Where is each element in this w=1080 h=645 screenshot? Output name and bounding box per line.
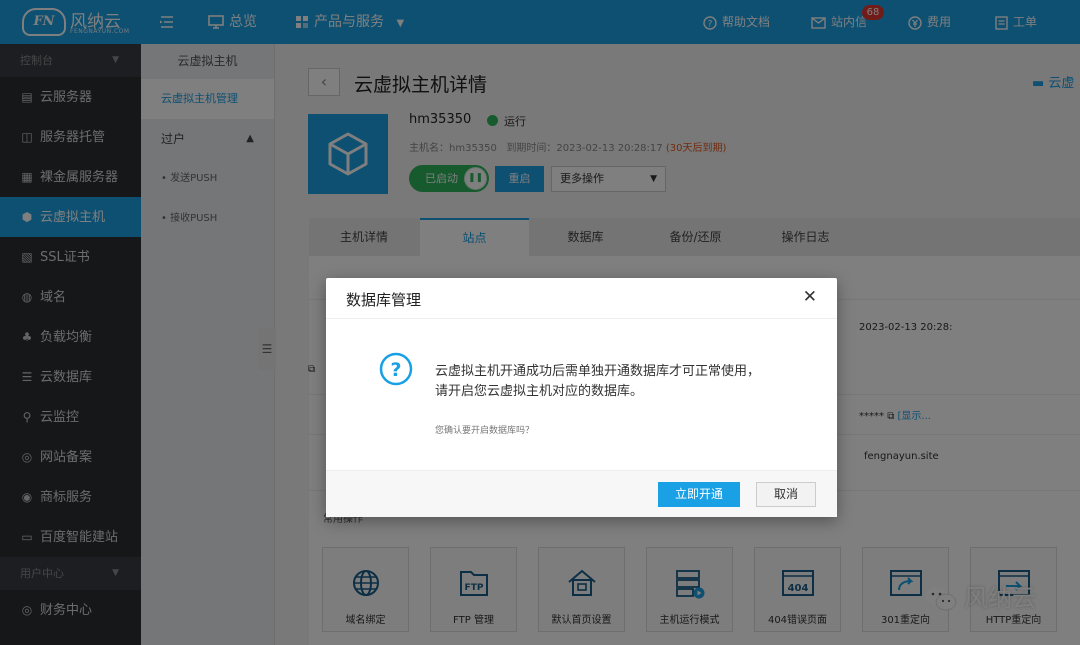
close-icon[interactable]: ✕	[803, 287, 817, 307]
dialog-message-line2: 请开启您云虚拟主机对应的数据库。	[435, 384, 644, 399]
dialog-confirm-text: 您确认要开启数据库吗？	[435, 426, 535, 436]
cancel-button[interactable]: 取消	[756, 482, 816, 507]
dialog-header: 数据库管理 ✕	[326, 278, 837, 319]
database-management-dialog: 数据库管理 ✕ ? 云虚拟主机开通成功后需单独开通数据库才可正常使用， 请开启您…	[326, 278, 837, 517]
dialog-message-line1: 云虚拟主机开通成功后需单独开通数据库才可正常使用，	[435, 364, 761, 379]
activate-now-button[interactable]: 立即开通	[658, 482, 740, 507]
dialog-title: 数据库管理	[346, 291, 422, 309]
dialog-footer: 立即开通 取消	[326, 470, 837, 517]
svg-text:?: ?	[390, 359, 401, 381]
question-icon: ?	[379, 352, 413, 386]
